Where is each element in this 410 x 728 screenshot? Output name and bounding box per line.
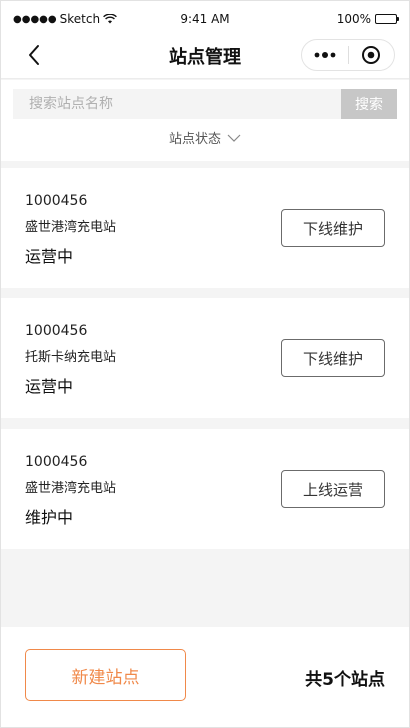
station-state: 运营中 — [25, 247, 74, 266]
station-action-button[interactable]: 上线运营 — [281, 470, 385, 508]
station-status-filter[interactable]: 站点状态 — [1, 128, 409, 147]
search-button[interactable]: 搜索 — [341, 89, 397, 119]
battery-group: 100% — [336, 12, 399, 26]
station-card: 1000456 盛世港湾充电站 运营中 下线维护 — [1, 168, 409, 288]
navigation-bar: 站点管理 — [1, 31, 409, 79]
bottom-bar: 新建站点 共5个站点 — [1, 627, 409, 727]
more-dots-icon — [314, 52, 336, 58]
station-card: 1000456 盛世港湾充电站 维护中 上线运营 — [1, 429, 409, 549]
phone-screen: ●●●●● Sketch 9:41 AM 100% 站点管理 搜索站点名称 搜索… — [0, 0, 410, 728]
battery-icon — [375, 14, 399, 24]
station-count: 共5个站点 — [305, 670, 385, 690]
search-section: 搜索 站点状态 — [1, 80, 409, 161]
station-code: 1000456 — [25, 454, 88, 470]
mini-program-capsule — [301, 39, 395, 71]
close-miniprogram-button[interactable] — [349, 40, 394, 70]
station-name: 盛世港湾充电站 — [25, 220, 117, 235]
station-code: 1000456 — [25, 193, 88, 209]
target-icon — [362, 46, 381, 64]
chevron-down-icon — [227, 134, 241, 142]
station-state: 运营中 — [25, 377, 74, 396]
station-action-button[interactable]: 下线维护 — [281, 209, 385, 247]
station-name: 托斯卡纳充电站 — [25, 350, 117, 365]
station-card: 1000456 托斯卡纳充电站 运营中 下线维护 — [1, 298, 409, 418]
search-bar: 搜索 — [13, 89, 397, 119]
station-code: 1000456 — [25, 323, 88, 339]
more-button[interactable] — [302, 40, 348, 70]
station-state: 维护中 — [25, 508, 74, 527]
status-filter-label: 站点状态 — [168, 132, 221, 147]
station-name: 盛世港湾充电站 — [25, 481, 117, 496]
search-input[interactable] — [13, 89, 341, 119]
battery-percent: 100% — [336, 12, 371, 26]
station-action-button[interactable]: 下线维护 — [281, 339, 385, 377]
create-station-button[interactable]: 新建站点 — [25, 649, 186, 701]
